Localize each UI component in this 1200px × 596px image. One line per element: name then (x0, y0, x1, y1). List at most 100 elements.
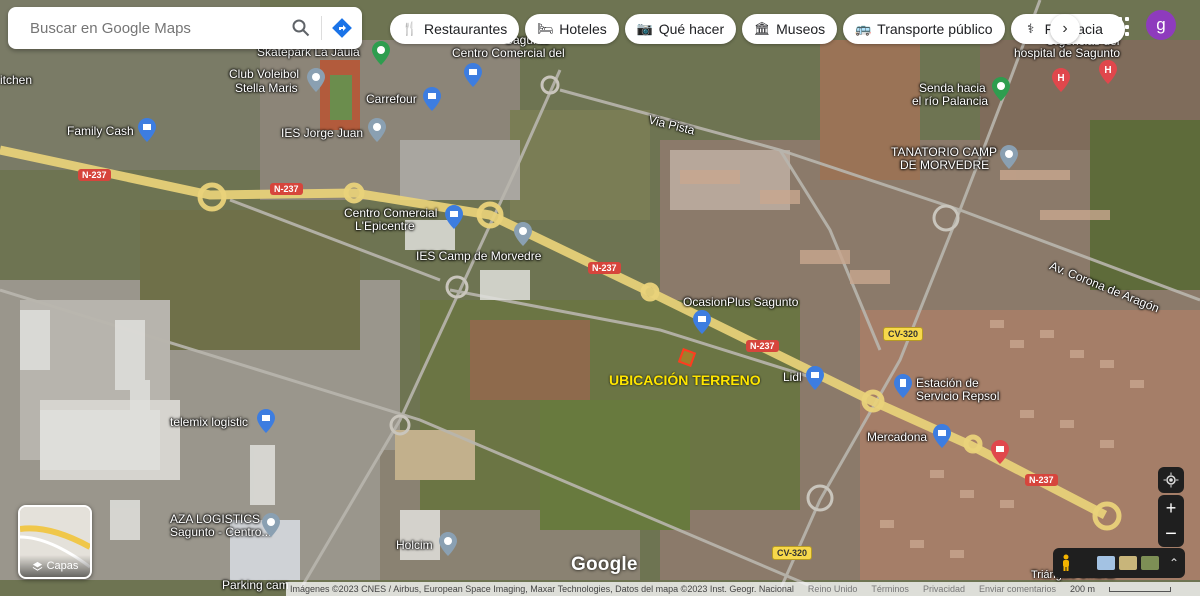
business-pin-icon[interactable] (262, 513, 280, 537)
apps-dot (1111, 24, 1115, 29)
terms-link[interactable]: Términos (871, 584, 909, 594)
attribution-bar: Imágenes ©2023 CNES / Airbus, European S… (286, 582, 1200, 596)
apps-dot (1125, 24, 1129, 29)
layers-caption: Capas (20, 555, 90, 577)
fork-knife-icon: 🍴 (401, 21, 419, 36)
place-label-tanatorio-2[interactable]: DE MORVEDRE (900, 158, 989, 172)
google-logo: Google (571, 554, 638, 575)
business-pin-icon[interactable] (257, 409, 275, 433)
place-label-senda-2[interactable]: el río Palancia (912, 94, 988, 108)
place-label-ies-jorge-juan[interactable]: IES Jorge Juan (281, 126, 363, 140)
gas-station-pin-icon[interactable] (894, 374, 912, 398)
place-label-epicentre-1[interactable]: Centro Comercial (344, 206, 437, 220)
place-label-ocasionplus[interactable]: OcasionPlus Sagunto (683, 295, 798, 309)
cart-pin-icon[interactable] (138, 118, 156, 142)
cart-pin-icon[interactable] (933, 424, 951, 448)
imagery-strip: ⌃ (1053, 548, 1185, 578)
chips-next-button[interactable]: › (1050, 14, 1080, 44)
shopping-pin-icon[interactable] (693, 310, 711, 334)
zoom-in-button[interactable]: + (1158, 495, 1184, 521)
school-pin-icon[interactable] (368, 118, 386, 142)
place-label-holcim[interactable]: Holcim (396, 538, 433, 552)
shopping-pin-icon[interactable] (464, 63, 482, 87)
imagery-thumbnail[interactable] (1141, 556, 1159, 570)
place-label-lidl[interactable]: Lidl (783, 370, 802, 384)
place-label-repsol-2[interactable]: Servicio Repsol (916, 389, 999, 403)
chevron-up-icon[interactable]: ⌃ (1169, 556, 1179, 570)
apps-dot (1118, 17, 1122, 21)
svg-text:H: H (1104, 65, 1111, 76)
minus-icon: − (1165, 523, 1177, 545)
chevron-right-icon: › (1062, 20, 1068, 37)
country-link[interactable]: Reino Unido (808, 584, 858, 594)
search-button[interactable] (281, 7, 321, 49)
funeral-pin-icon[interactable] (1000, 145, 1018, 169)
place-label-carrefour[interactable]: Carrefour (366, 92, 417, 106)
privacy-link[interactable]: Privacidad (923, 584, 965, 594)
account-avatar[interactable]: g (1146, 10, 1176, 40)
apps-dot (1111, 32, 1115, 37)
place-label-aza-1[interactable]: AZA LOGISTICS (170, 512, 260, 526)
place-label-kitchen: itchen (0, 73, 33, 87)
hospital-pin-icon[interactable]: H (1052, 68, 1070, 92)
pharmacy-icon: ⚕ (1027, 21, 1035, 36)
place-label-voleibol-1[interactable]: Club Voleibol (229, 67, 299, 81)
bus-icon: 🚌 (855, 21, 872, 36)
road-shield-n237: N-237 (1025, 474, 1058, 486)
place-label-family-cash[interactable]: Family Cash (67, 124, 134, 138)
cart-pin-icon[interactable] (806, 366, 824, 390)
shopping-pin-icon[interactable] (445, 205, 463, 229)
cart-pin-icon[interactable] (423, 87, 441, 111)
place-label-telemix[interactable]: telemix logistic (170, 415, 248, 429)
satellite-map[interactable] (0, 0, 1200, 596)
feedback-link[interactable]: Enviar comentarios (979, 584, 1056, 594)
scale-bar (1109, 586, 1172, 592)
plot-location-label: UBICACIÓN TERRENO (609, 372, 761, 388)
apps-grid-button[interactable] (1111, 17, 1131, 37)
apps-dot (1111, 17, 1115, 21)
place-label-mercadona[interactable]: Mercadona (867, 430, 927, 444)
chip-transit[interactable]: 🚌 Transporte público (843, 14, 1005, 44)
pegman-icon[interactable] (1059, 554, 1073, 572)
svg-text:H: H (1057, 73, 1064, 84)
school-pin-icon[interactable] (514, 222, 532, 246)
chip-hotels[interactable]: 🛏 Hoteles (525, 14, 619, 44)
place-label-centro-comercial-sagunto[interactable]: Centro Comercial del (452, 46, 565, 60)
chip-restaurants[interactable]: 🍴 Restaurantes (390, 14, 520, 44)
my-location-button[interactable] (1158, 467, 1184, 493)
directions-button[interactable] (322, 7, 362, 49)
imagery-thumbnail[interactable] (1119, 556, 1137, 570)
layers-button[interactable]: Capas (18, 505, 92, 579)
imagery-thumbnail[interactable] (1097, 556, 1115, 570)
place-label-repsol-1[interactable]: Estación de (916, 376, 979, 390)
chip-label: Qué hacer (658, 21, 725, 37)
trail-pin-icon[interactable] (992, 77, 1010, 101)
place-label-ies-camp[interactable]: IES Camp de Morvedre (416, 249, 541, 263)
place-label-voleibol-2[interactable]: Stella Maris (235, 81, 298, 95)
zoom-out-button[interactable]: − (1158, 521, 1184, 547)
chip-label: Restaurantes (424, 21, 508, 37)
park-pin-icon[interactable] (372, 41, 390, 65)
chip-things-to-do[interactable]: 📷 Qué hacer (624, 14, 737, 44)
search-icon (292, 19, 310, 37)
chip-museums[interactable]: 🏛 Museos (742, 14, 838, 44)
restaurant-pin-icon[interactable] (991, 440, 1009, 464)
business-pin-icon[interactable] (439, 532, 457, 556)
place-label-aza-2[interactable]: Sagunto - Centro... (170, 525, 271, 539)
directions-icon (332, 18, 352, 38)
apps-dot (1118, 32, 1122, 37)
place-label-hospital-2[interactable]: hospital de Sagunto (1014, 46, 1120, 60)
chip-label: Hoteles (559, 21, 607, 37)
plus-icon: + (1165, 498, 1177, 518)
sports-pin-icon[interactable] (307, 68, 325, 92)
search-input[interactable] (28, 18, 281, 38)
search-box[interactable] (8, 7, 362, 49)
scale-label[interactable]: 200 m (1070, 584, 1095, 594)
chip-label: Transporte público (877, 21, 993, 37)
hospital-pin-icon[interactable]: H (1099, 60, 1117, 84)
category-chips: 🍴 Restaurantes 🛏 Hoteles 📷 Qué hacer 🏛 M… (390, 14, 1125, 44)
place-label-tanatorio-1[interactable]: TANATORIO CAMP (891, 145, 997, 159)
place-label-senda-1[interactable]: Senda hacia (919, 81, 986, 95)
place-label-epicentre-2[interactable]: L'Epicentre (355, 219, 415, 233)
place-label-parking[interactable]: Parking cam (222, 578, 289, 592)
